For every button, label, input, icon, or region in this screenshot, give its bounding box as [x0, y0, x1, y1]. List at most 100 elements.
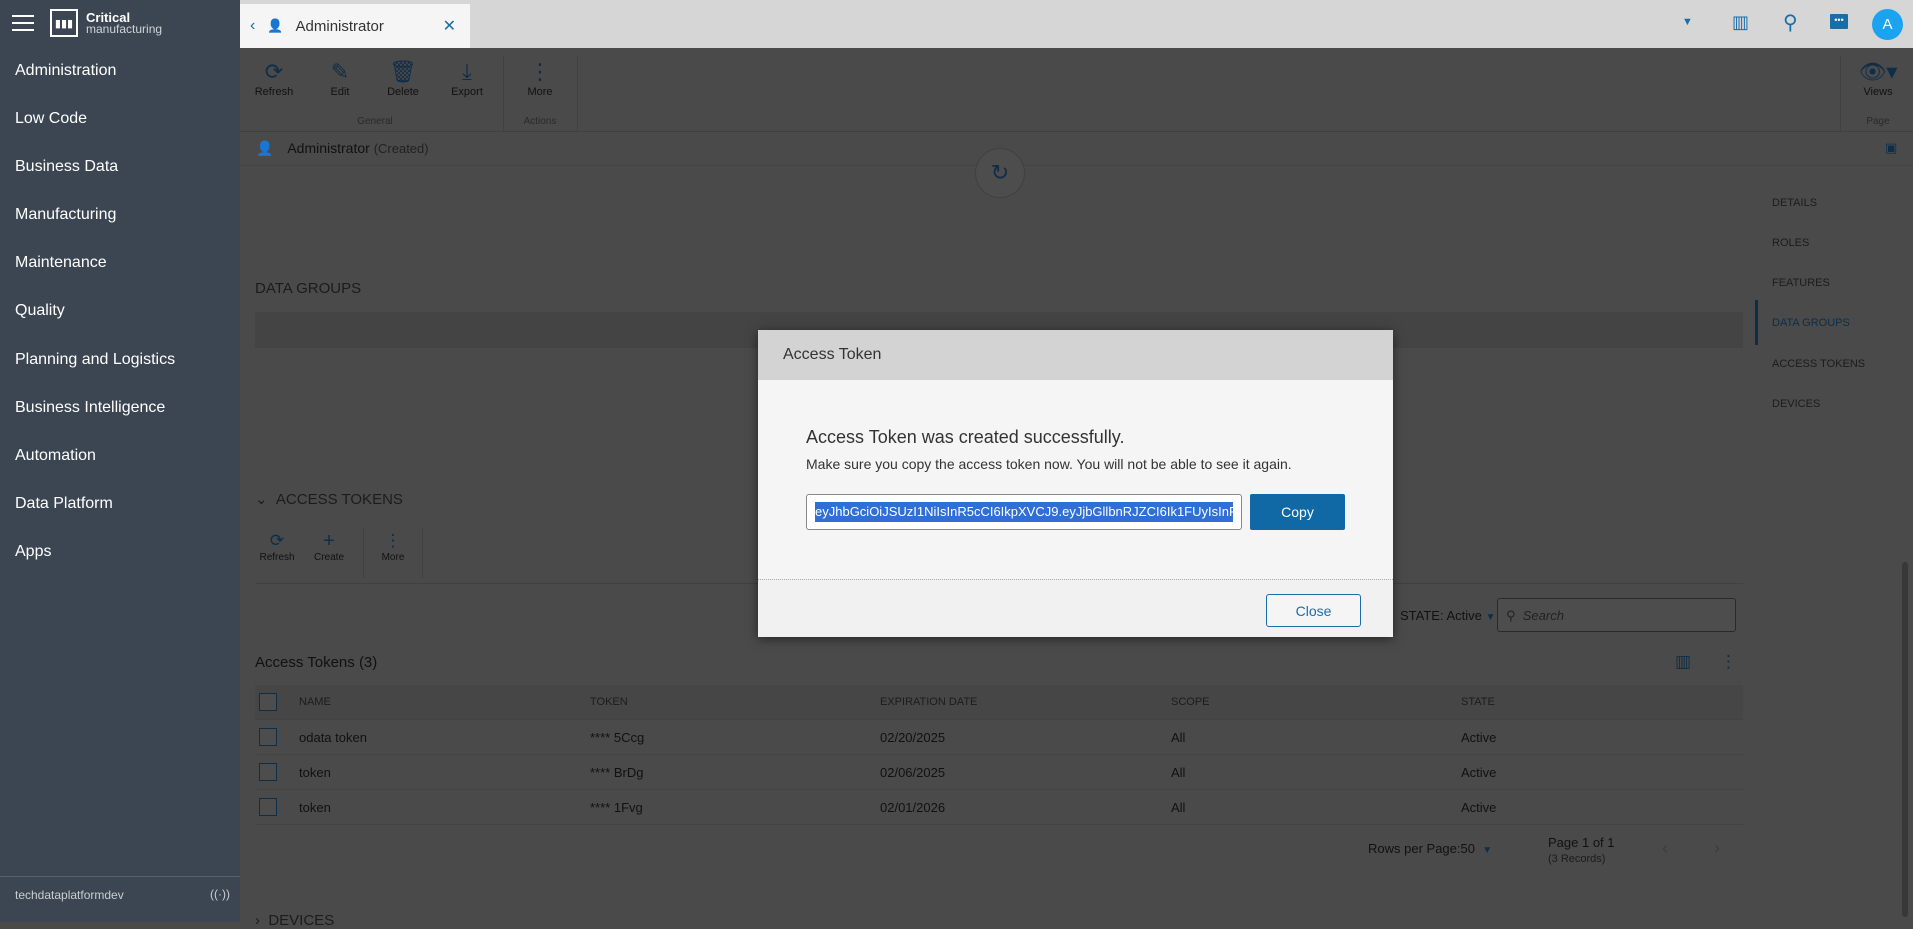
divider [503, 56, 504, 131]
more-vertical-icon[interactable]: ⋮ [1720, 652, 1737, 672]
right-nav-devices[interactable]: DEVICES [1772, 398, 1820, 410]
copy-button[interactable]: Copy [1250, 494, 1345, 530]
refresh-icon: ⟳ [269, 531, 285, 550]
logo-subtext: manufacturing [86, 22, 163, 36]
cell-token: **** 1Fvg [590, 800, 643, 815]
columns-icon[interactable]: ▥ [1675, 652, 1691, 672]
sidebar-item-administration[interactable]: Administration [15, 62, 116, 80]
divider [577, 56, 578, 131]
chevron-right-icon: › [255, 912, 260, 929]
views-label: Views [1863, 86, 1893, 98]
caret-down-icon: ▼ [1482, 845, 1493, 856]
search-input[interactable]: ⚲ Search [1497, 598, 1736, 632]
tabs-dropdown-icon[interactable]: ▼ [1682, 16, 1693, 28]
table-row[interactable]: token **** 1Fvg 02/01/2026 All Active [255, 790, 1743, 825]
barcode-scan-icon[interactable]: ▥ [1732, 12, 1749, 33]
divider [240, 131, 1913, 132]
sidebar-item-quality[interactable]: Quality [15, 302, 65, 320]
column-header-scope[interactable]: SCOPE [1171, 685, 1210, 720]
right-nav-details[interactable]: DETAILS [1772, 197, 1817, 209]
token-field[interactable]: eyJhbGciOiJSUzI1NiIsInR5cCI6IkpXVCJ9.eyJ… [806, 494, 1242, 530]
access-token-dialog: Access Token Access Token was created su… [758, 330, 1393, 637]
cell-state: Active [1461, 765, 1497, 780]
more-button[interactable]: ⋮ More [508, 58, 572, 98]
next-page-icon[interactable]: › [1714, 838, 1720, 859]
table-row[interactable]: token **** BrDg 02/06/2025 All Active [255, 755, 1743, 790]
column-header-expiration[interactable]: EXPIRATION DATE [880, 685, 977, 720]
cell-state: Active [1461, 800, 1497, 815]
column-header-name[interactable]: NAME [299, 685, 331, 720]
row-checkbox[interactable] [259, 728, 277, 746]
cell-name: odata token [299, 730, 367, 745]
export-button[interactable]: ⤓ Export [435, 58, 499, 98]
hamburger-menu-icon[interactable] [12, 15, 34, 31]
active-indicator [1755, 300, 1758, 345]
right-nav-roles[interactable]: ROLES [1772, 237, 1809, 249]
search-icon: ⚲ [1506, 608, 1516, 623]
create-token-button[interactable]: + Create [304, 530, 354, 563]
sidebar-item-manufacturing[interactable]: Manufacturing [15, 206, 116, 224]
close-tab-icon[interactable]: ✕ [443, 16, 456, 36]
search-icon[interactable]: ⚲ [1783, 10, 1798, 35]
delete-button[interactable]: 🗑 Delete [371, 58, 435, 98]
scrollbar[interactable] [1902, 562, 1908, 917]
records-count: (3 Records) [1548, 853, 1606, 865]
cell-scope: All [1171, 730, 1186, 745]
prev-page-icon[interactable]: ‹ [1662, 838, 1668, 859]
cell-token: **** 5Ccg [590, 730, 645, 745]
right-nav-access-tokens[interactable]: ACCESS TOKENS [1772, 358, 1865, 370]
environment-name: techdataplatformdev [15, 888, 124, 902]
tab-title: Administrator [295, 17, 384, 35]
sidebar-footer: techdataplatformdev ((·)) [0, 876, 240, 922]
column-header-state[interactable]: STATE [1461, 685, 1495, 720]
table-row[interactable]: odata token **** 5Ccg 02/20/2025 All Act… [255, 720, 1743, 755]
divider [363, 528, 364, 578]
rows-per-page-dropdown[interactable]: Rows per Page:50 ▼ [1368, 841, 1492, 856]
select-all-checkbox[interactable] [259, 693, 277, 711]
right-nav-data-groups[interactable]: DATA GROUPS [1772, 317, 1850, 329]
refresh-button[interactable]: ⟳ Refresh [242, 58, 306, 98]
sidebar-item-business-data[interactable]: Business Data [15, 158, 118, 176]
tab-administrator[interactable]: ‹ 👤 Administrator ✕ [240, 4, 470, 48]
sidebar-item-maintenance[interactable]: Maintenance [15, 254, 107, 272]
group-page-label: Page [1866, 116, 1890, 127]
table-header: NAME TOKEN EXPIRATION DATE SCOPE STATE [255, 685, 1743, 720]
views-button[interactable]: 👁▾ Views [1846, 58, 1910, 98]
column-header-token[interactable]: TOKEN [590, 685, 628, 720]
row-checkbox[interactable] [259, 763, 277, 781]
delete-label: Delete [387, 86, 419, 98]
dialog-heading: Access Token was created successfully. [806, 427, 1125, 447]
sidebar-item-automation[interactable]: Automation [15, 447, 96, 465]
eye-icon: 👁▾ [1858, 59, 1898, 84]
edit-button[interactable]: ✎ Edit [308, 58, 372, 98]
sidebar-item-business-intelligence[interactable]: Business Intelligence [15, 399, 165, 417]
tokens-more-button[interactable]: ⋮ More [368, 530, 418, 563]
avatar[interactable]: A [1872, 9, 1903, 40]
more-label: More [527, 86, 553, 98]
cell-state: Active [1461, 730, 1497, 745]
close-button[interactable]: Close [1266, 594, 1361, 627]
logo-mark: ▮▮▮ [50, 9, 78, 37]
sidebar: ▮▮▮ Critical manufacturing Administratio… [0, 0, 240, 922]
back-chevron-icon[interactable]: ‹ [250, 17, 255, 35]
more-vertical-icon: ⋮ [529, 59, 551, 84]
chat-icon[interactable]: ••• [1830, 14, 1848, 29]
collapse-panel-icon[interactable]: ▣ [1885, 140, 1897, 156]
devices-section-toggle[interactable]: › DEVICES [255, 912, 334, 929]
sidebar-item-apps[interactable]: Apps [15, 543, 51, 561]
sidebar-item-data-platform[interactable]: Data Platform [15, 495, 113, 513]
sidebar-item-low-code[interactable]: Low Code [15, 110, 87, 128]
refresh-label: Refresh [254, 86, 294, 98]
entity-status: (Created) [373, 141, 429, 156]
right-nav-features[interactable]: FEATURES [1772, 277, 1830, 289]
divider [1840, 56, 1841, 131]
cell-name: token [299, 765, 331, 780]
state-filter-dropdown[interactable]: STATE: Active ▼ [1400, 608, 1495, 623]
row-checkbox[interactable] [259, 798, 277, 816]
state-filter-label: STATE: Active [1400, 608, 1482, 623]
tokens-refresh-button[interactable]: ⟳ Refresh [252, 530, 302, 563]
entity-header: 👤 Administrator (Created) [256, 140, 429, 157]
sidebar-item-planning-logistics[interactable]: Planning and Logistics [15, 351, 175, 369]
refresh-icon: ⟳ [264, 59, 284, 84]
access-tokens-section-toggle[interactable]: ⌄ ACCESS TOKENS [255, 490, 403, 508]
